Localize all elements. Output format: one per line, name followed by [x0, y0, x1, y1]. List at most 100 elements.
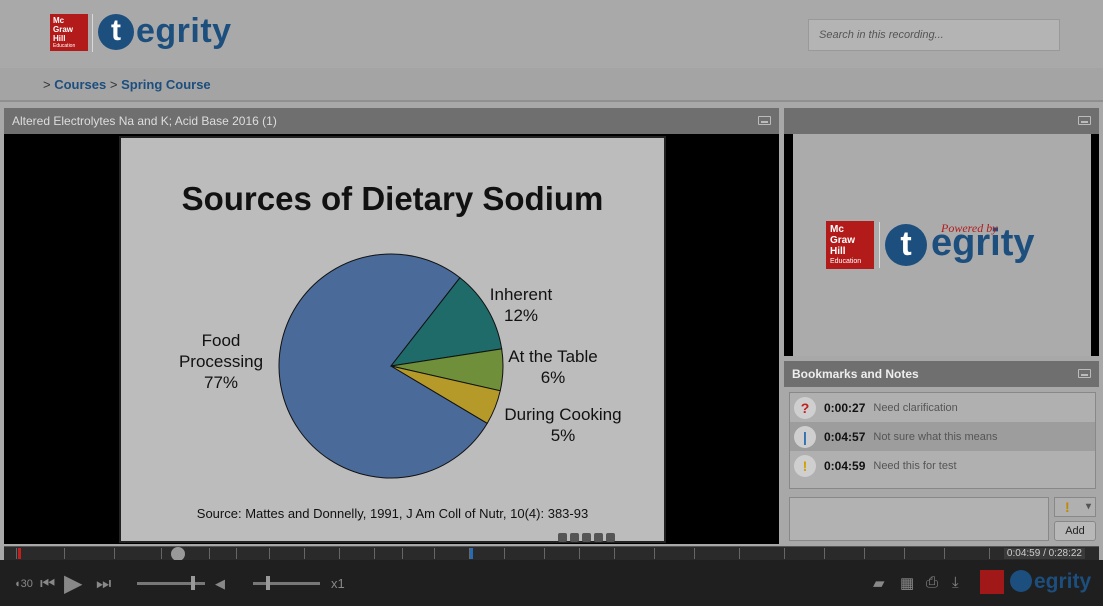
slide: Sources of Dietary Sodium Food Processing… [119, 136, 666, 543]
player-controls: ◖30 ⏮ ▶ ⏭ ◀ x1 ▰ ▦ ⎙ ⤓ egrity [0, 560, 1103, 606]
previous-icon[interactable]: ⏮ [40, 574, 55, 594]
minimize-icon[interactable] [1078, 116, 1091, 125]
bookmark-type-icon: | [794, 425, 816, 448]
note-input[interactable] [789, 497, 1049, 541]
minimize-icon[interactable] [1078, 369, 1091, 378]
timeline-tick [209, 548, 210, 559]
mcgraw-hill-logo: Mc Graw Hill Education [50, 14, 88, 51]
recording-title: Altered Electrolytes Na and K; Acid Base… [12, 114, 277, 128]
bookmark-type-icon: ! [794, 454, 816, 477]
slide-control-icon [558, 533, 567, 542]
timeline-tick [864, 548, 865, 559]
pie-label-during-cooking: During Cooking 5% [504, 405, 621, 445]
timeline-tick [824, 548, 825, 559]
question-icon[interactable]: ▰ [873, 574, 885, 592]
recording-title-bar: Altered Electrolytes Na and K; Acid Base… [4, 108, 779, 134]
timeline-tick [236, 548, 237, 559]
note-type-select[interactable]: ! [1054, 497, 1096, 517]
timeline-thumb[interactable] [171, 547, 185, 561]
bookmark-type-icon: ? [794, 396, 816, 419]
bookmark-text: Need clarification [873, 401, 958, 414]
bookmark-text: Not sure what this means [873, 430, 998, 443]
slide-control-icon [582, 533, 591, 542]
timeline-marker[interactable] [18, 548, 21, 559]
timeline-tick [304, 548, 305, 559]
minimize-icon[interactable] [758, 116, 771, 125]
tegrity-logo-text: egrity [136, 12, 232, 50]
slide-controls [558, 533, 615, 542]
tegrity-logo-icon: t [885, 224, 927, 266]
breadcrumb: > Courses > Spring Course [43, 77, 211, 92]
slide-control-icon [606, 533, 615, 542]
pie-label-inherent: Inherent 12% [490, 285, 553, 325]
timeline-tick [64, 548, 65, 559]
logo-divider [92, 14, 93, 52]
grid-icon[interactable]: ▦ [900, 574, 914, 592]
timeline-tick [114, 548, 115, 559]
search-input[interactable]: Search in this recording... [808, 19, 1060, 51]
timeline-tick [269, 548, 270, 559]
slide-control-icon [594, 533, 603, 542]
timeline-tick [544, 548, 545, 559]
bookmarks-panel: ? 0:00:27 Need clarification | 0:04:57 Not su… [784, 387, 1099, 544]
speed-label: x1 [331, 576, 345, 591]
speed-slider-handle[interactable] [266, 576, 270, 590]
mcgraw-hill-logo [980, 570, 1004, 594]
volume-slider-handle[interactable] [191, 576, 195, 590]
timeline-tick [579, 548, 580, 559]
main-video[interactable]: Sources of Dietary Sodium Food Processing… [4, 134, 779, 544]
logo-divider [879, 222, 880, 268]
breadcrumb-bar: > Courses > Spring Course [0, 68, 1103, 102]
breadcrumb-course-link[interactable]: Spring Course [121, 77, 211, 92]
bookmark-time: 0:04:59 [824, 458, 866, 473]
next-icon[interactable]: ⏭ [96, 574, 111, 594]
timeline-tick [989, 548, 990, 559]
bookmarks-list[interactable]: ? 0:00:27 Need clarification | 0:04:57 Not su… [789, 392, 1096, 489]
bookmark-text: Need this for test [873, 459, 957, 472]
skip-back-icon[interactable]: ◖30 [14, 578, 33, 590]
timeline-tick [784, 548, 785, 559]
powered-by-text: Powered by [941, 221, 998, 235]
print-icon[interactable]: ⎙ [926, 574, 938, 591]
tegrity-logo-icon [1010, 570, 1032, 592]
slide-source: Source: Mattes and Donnelly, 1991, J Am … [196, 506, 589, 521]
add-note-button[interactable]: Add [1054, 521, 1096, 541]
timeline-tick [402, 548, 403, 559]
timeline-tick [16, 548, 17, 559]
pie-label-food-processing: Food Processing 77% [179, 331, 263, 392]
bookmarks-header: Bookmarks and Notes [784, 361, 1099, 387]
timeline[interactable]: 0:04:59 / 0:28:22 [4, 546, 1099, 561]
play-icon[interactable]: ▶ [64, 569, 82, 598]
bookmark-row[interactable]: | 0:04:57 Not sure what this means [790, 422, 1095, 451]
bookmark-row[interactable]: ? 0:00:27 Need clarification [790, 393, 1095, 422]
breadcrumb-courses-link[interactable]: Courses [54, 77, 106, 92]
timeline-tick [694, 548, 695, 559]
timeline-tick [944, 548, 945, 559]
header: Mc Graw Hill Education t egrity Search i… [0, 0, 1103, 68]
mcgraw-hill-logo: Mc Graw Hill Education [826, 221, 874, 269]
tegrity-logo-text: egrity [1034, 570, 1092, 593]
timeline-tick [161, 548, 162, 559]
secondary-view-bar [784, 108, 1099, 134]
bookmark-time: 0:00:27 [824, 400, 866, 415]
secondary-video[interactable]: Mc Graw Hill Education t egrity Powered … [784, 134, 1099, 356]
timeline-tick [434, 548, 435, 559]
timeline-marker[interactable] [470, 548, 473, 559]
bookmark-row[interactable]: ! 0:04:59 Need this for test [790, 451, 1095, 480]
tegrity-logo-panel: Mc Graw Hill Education t egrity Powered … [793, 134, 1091, 356]
timeline-tick [614, 548, 615, 559]
slide-control-icon [570, 533, 579, 542]
timecode: 0:04:59 / 0:28:22 [1003, 548, 1085, 559]
bookmark-time: 0:04:57 [824, 429, 866, 444]
timeline-tick [339, 548, 340, 559]
speaker-icon[interactable]: ◀ [215, 576, 225, 592]
timeline-tick [904, 548, 905, 559]
pie-label-at-the-table: At the Table 6% [508, 347, 597, 387]
timeline-tick [374, 548, 375, 559]
timeline-tick [654, 548, 655, 559]
download-icon[interactable]: ⤓ [952, 574, 959, 591]
tegrity-logo-icon: t [98, 14, 134, 50]
pie-chart: Food Processing 77% Inherent 12% At the Table… [179, 253, 622, 479]
timeline-tick [504, 548, 505, 559]
speed-slider[interactable] [253, 582, 320, 585]
